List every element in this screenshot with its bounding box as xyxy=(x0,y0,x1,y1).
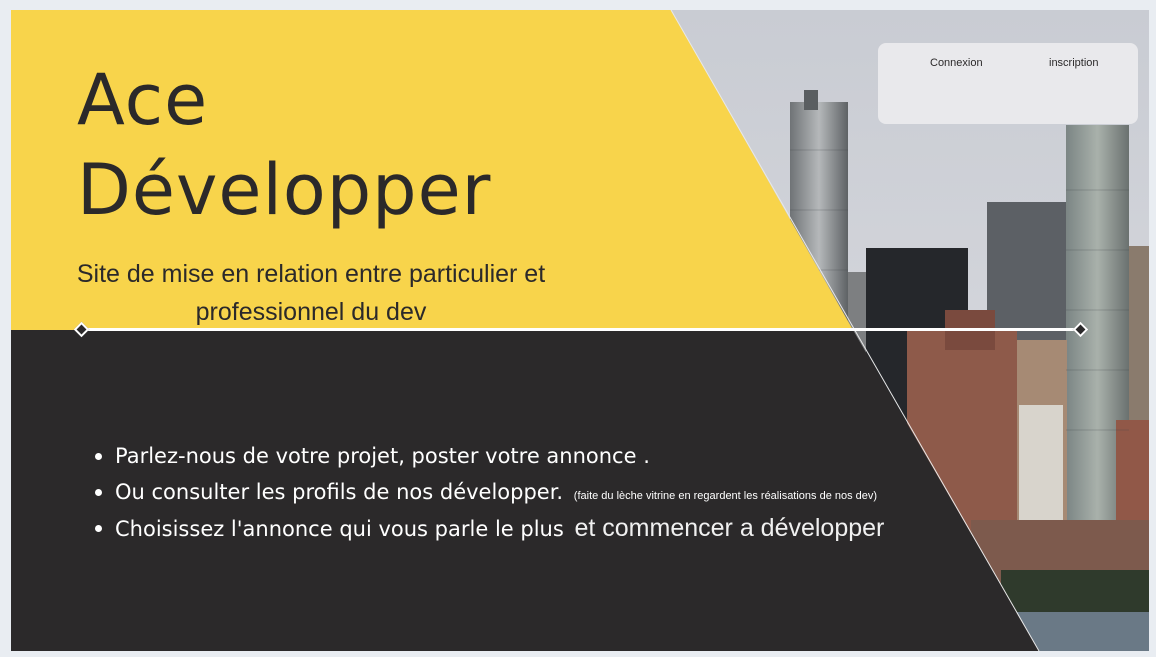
site-title-line2: Développer xyxy=(77,149,492,231)
feature-note: (faite du lèche vitrine en regardent les… xyxy=(573,490,878,502)
auth-panel: Connexion inscription xyxy=(878,43,1138,124)
feature-item: Choisissez l'annonce qui vous parle le p… xyxy=(95,510,884,546)
site-title-line1: Ace xyxy=(77,59,209,141)
feature-item: Parlez-nous de votre projet, poster votr… xyxy=(95,438,884,474)
feature-list: Parlez-nous de votre projet, poster votr… xyxy=(95,438,884,546)
login-link[interactable]: Connexion xyxy=(930,57,983,69)
feature-tail-text: et commencer a développer xyxy=(574,514,885,542)
divider-line xyxy=(79,328,1082,331)
feature-text: Choisissez l'annonce qui vous parle le p… xyxy=(115,517,564,541)
hero-slide: Ace Développer Site de mise en relation … xyxy=(11,10,1149,651)
feature-text: Parlez-nous de votre projet, poster votr… xyxy=(115,444,650,468)
feature-item: Ou consulter les profils de nos développ… xyxy=(95,474,884,510)
feature-text: Ou consulter les profils de nos développ… xyxy=(115,480,564,504)
signup-link[interactable]: inscription xyxy=(1049,57,1099,69)
site-subtitle: Site de mise en relation entre particuli… xyxy=(76,260,546,326)
